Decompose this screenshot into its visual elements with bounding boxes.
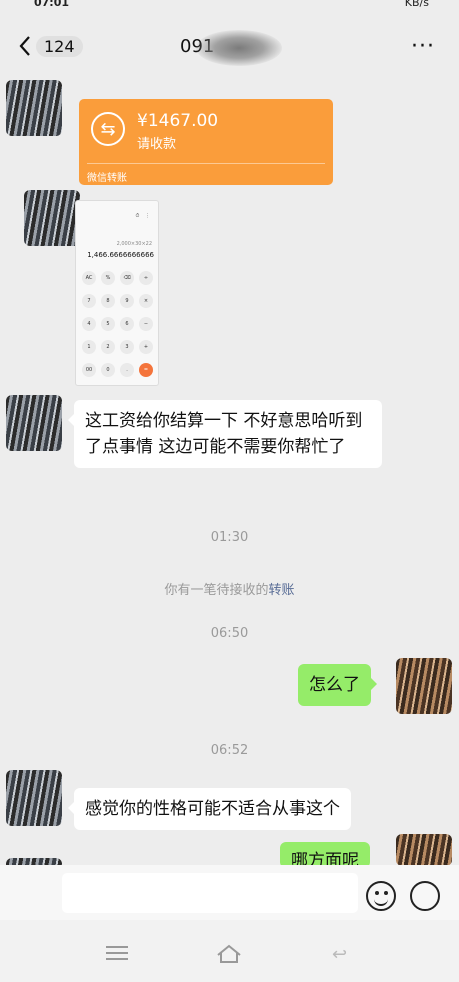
- timestamp: 06:52: [210, 743, 249, 758]
- avatar-contact[interactable]: [6, 395, 62, 451]
- calculator-screenshot[interactable]: ⏱ ⋮ 2,000×30×22 1,466.6666666666 AC % ⌫ …: [75, 200, 159, 386]
- status-right: KB/s: [404, 0, 429, 9]
- calc-key: −: [139, 317, 153, 331]
- avatar-contact[interactable]: [24, 190, 80, 246]
- emoji-icon[interactable]: [366, 881, 396, 911]
- calc-key: %: [101, 271, 115, 285]
- back-nav-icon[interactable]: ↩: [332, 944, 358, 965]
- transfer-divider: [87, 163, 325, 164]
- transfer-amount: ¥1467.00: [137, 111, 219, 131]
- calc-key: 2: [101, 340, 115, 354]
- status-bar: 07:01 KB/s: [0, 0, 459, 14]
- calc-key: AC: [82, 271, 96, 285]
- chevron-left-icon: [19, 36, 30, 56]
- calc-keypad: AC % ⌫ ÷ 7 8 9 × 4 5 6 − 1 2 3 + 00 0 . …: [82, 271, 156, 383]
- calc-key: 3: [120, 340, 134, 354]
- system-notice: 你有一笔待接收的转账: [0, 579, 459, 598]
- message-outgoing[interactable]: 怎么了: [298, 664, 377, 706]
- home-icon[interactable]: [216, 944, 242, 964]
- transfer-status: 请收款: [137, 137, 177, 152]
- calc-key: ×: [139, 294, 153, 308]
- avatar-contact[interactable]: [6, 80, 62, 136]
- chat-header: 124 091 ···: [0, 26, 459, 66]
- calc-key: +: [139, 340, 153, 354]
- calc-key: .: [120, 363, 134, 377]
- transfer-card[interactable]: ⇆ ¥1467.00 请收款 微信转账: [79, 99, 333, 185]
- status-time: 07:01: [34, 0, 70, 9]
- calc-key: 1: [82, 340, 96, 354]
- calc-key: 9: [120, 294, 134, 308]
- calc-key: 5: [101, 317, 115, 331]
- transfer-icon: ⇆: [91, 112, 125, 146]
- transfer-link[interactable]: 转账: [269, 583, 295, 598]
- system-nav-bar: ↩: [0, 920, 459, 982]
- calc-key: 6: [120, 317, 134, 331]
- back-button[interactable]: 124: [18, 32, 88, 60]
- transfer-source: 微信转账: [87, 173, 127, 184]
- calc-key: 00: [82, 363, 96, 377]
- menu-icon[interactable]: [106, 946, 128, 960]
- calc-key: ⌫: [120, 271, 134, 285]
- calc-key: ÷: [139, 271, 153, 285]
- message-incoming[interactable]: 感觉你的性格可能不适合从事这个: [68, 788, 351, 830]
- message-incoming[interactable]: 这工资给你结算一下 不好意思哈听到了点事情 这边可能不需要你帮忙了: [68, 400, 382, 468]
- calc-result: 1,466.6666666666: [87, 251, 154, 259]
- calc-key: 7: [82, 294, 96, 308]
- calc-key: 0: [101, 363, 115, 377]
- avatar-self[interactable]: [396, 658, 452, 714]
- avatar-contact[interactable]: [6, 770, 62, 826]
- title-redaction: [196, 30, 282, 66]
- system-notice-text: 你有一笔待接收的: [164, 583, 269, 598]
- calc-key-equals: =: [139, 363, 153, 377]
- unread-count: 124: [36, 35, 83, 57]
- avatar-self[interactable]: [396, 834, 452, 866]
- more-button[interactable]: ···: [411, 34, 435, 59]
- timestamp: 06:50: [210, 626, 249, 641]
- message-input[interactable]: [62, 873, 358, 913]
- calc-key: 8: [101, 294, 115, 308]
- timestamp: 01:30: [210, 530, 249, 545]
- calc-expression: 2,000×30×22: [116, 241, 152, 247]
- calc-header-icons: ⏱ ⋮: [135, 213, 152, 219]
- calc-key: 4: [82, 317, 96, 331]
- input-bar: [0, 865, 459, 920]
- plus-icon[interactable]: [410, 881, 440, 911]
